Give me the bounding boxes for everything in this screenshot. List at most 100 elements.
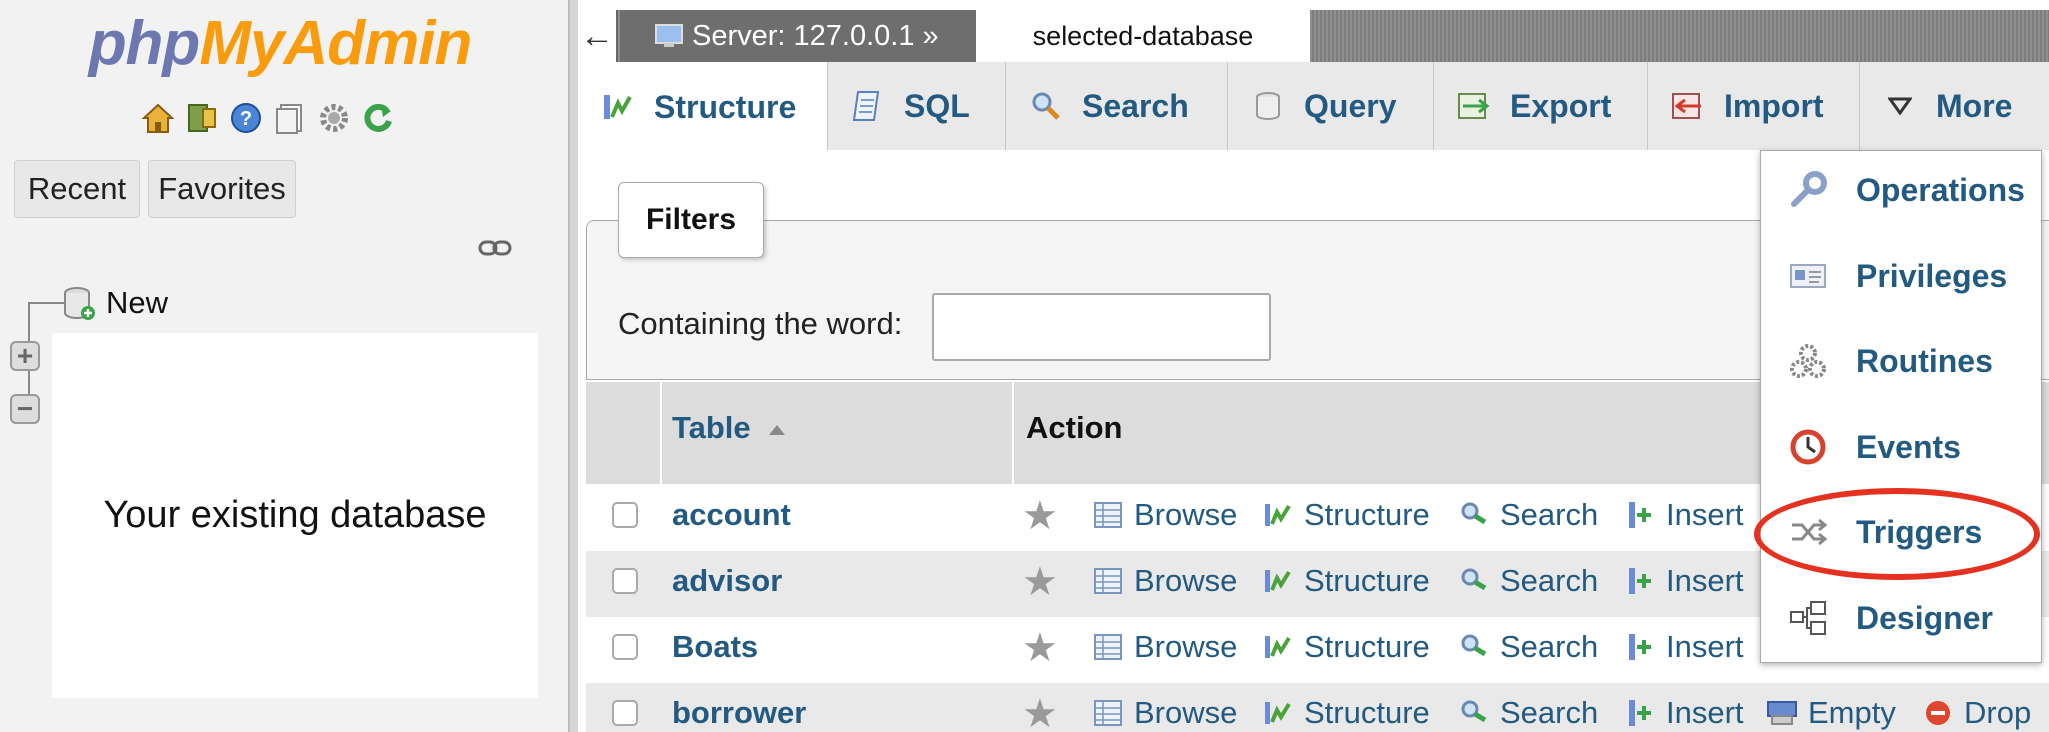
browse-icon bbox=[1092, 697, 1124, 729]
browse-action[interactable]: Browse bbox=[1092, 629, 1237, 665]
tree-new-link[interactable]: New bbox=[106, 285, 168, 321]
search-action[interactable]: Search bbox=[1458, 497, 1598, 533]
favorite-star-icon[interactable]: ★ bbox=[1022, 562, 1058, 602]
filter-label: Containing the word: bbox=[618, 306, 903, 341]
menu-item-routines[interactable]: Routines bbox=[1788, 341, 1993, 381]
search-label: Search bbox=[1500, 695, 1599, 730]
reload-icon[interactable] bbox=[360, 100, 396, 136]
breadcrumb-server[interactable]: Server: 127.0.0.1 » bbox=[620, 10, 976, 62]
header-divider bbox=[660, 382, 662, 484]
menu-item-privileges[interactable]: Privileges bbox=[1788, 256, 2007, 296]
recent-button[interactable]: Recent bbox=[14, 160, 140, 218]
browse-action[interactable]: Browse bbox=[1092, 695, 1237, 731]
server-icon bbox=[655, 24, 683, 47]
browse-label: Browse bbox=[1134, 563, 1238, 598]
row-checkbox[interactable] bbox=[612, 700, 638, 726]
row-checkbox[interactable] bbox=[612, 568, 638, 594]
insert-action[interactable]: Insert bbox=[1624, 563, 1744, 599]
structure-action[interactable]: Structure bbox=[1262, 629, 1430, 665]
tab-sql-label: SQL bbox=[904, 87, 970, 124]
structure-label: Structure bbox=[1304, 629, 1430, 664]
menu-item-designer[interactable]: Designer bbox=[1788, 598, 1993, 638]
tab-more-label: More bbox=[1936, 87, 2013, 124]
insert-icon bbox=[1624, 499, 1656, 531]
expand-icon[interactable]: + bbox=[10, 341, 40, 371]
phpmyadmin-logo[interactable]: phpMyAdmin bbox=[0, 8, 560, 79]
new-database-icon[interactable] bbox=[62, 285, 96, 321]
breadcrumb-database[interactable]: selected-database bbox=[976, 10, 1310, 62]
row-checkbox[interactable] bbox=[612, 502, 638, 528]
search-action[interactable]: Search bbox=[1458, 563, 1598, 599]
favorites-button[interactable]: Favorites bbox=[148, 160, 296, 218]
svg-text:?: ? bbox=[240, 108, 252, 130]
tab-query-label: Query bbox=[1304, 87, 1397, 124]
menu-item-operations-label: Operations bbox=[1856, 171, 2025, 208]
search-label: Search bbox=[1500, 497, 1599, 532]
favorite-star-icon[interactable]: ★ bbox=[1022, 628, 1058, 668]
search-icon bbox=[1458, 499, 1490, 531]
table-column-header[interactable]: Table bbox=[672, 410, 785, 446]
structure-icon bbox=[1262, 631, 1294, 663]
structure-action[interactable]: Structure bbox=[1262, 563, 1430, 599]
more-dropdown-menu bbox=[1760, 150, 2042, 663]
table-name-link[interactable]: borrower bbox=[672, 695, 806, 731]
filters-legend: Filters bbox=[618, 182, 764, 258]
id-card-icon bbox=[1788, 256, 1828, 296]
search-icon bbox=[1458, 631, 1490, 663]
structure-icon bbox=[1262, 565, 1294, 597]
tab-export[interactable]: Export bbox=[1434, 62, 1648, 150]
search-label: Search bbox=[1500, 563, 1599, 598]
table-name-link[interactable]: account bbox=[672, 497, 791, 533]
structure-icon bbox=[1262, 499, 1294, 531]
exit-icon[interactable] bbox=[184, 100, 220, 136]
tab-export-label: Export bbox=[1510, 87, 1612, 124]
menu-item-designer-label: Designer bbox=[1856, 599, 1993, 636]
help-icon[interactable]: ? bbox=[228, 100, 264, 136]
browse-action[interactable]: Browse bbox=[1092, 497, 1237, 533]
menu-item-events-label: Events bbox=[1856, 428, 1961, 465]
docs-icon[interactable] bbox=[272, 100, 308, 136]
collapse-icon[interactable]: − bbox=[10, 394, 40, 424]
panel-resizer[interactable] bbox=[568, 0, 578, 732]
menu-item-events[interactable]: Events bbox=[1788, 427, 1961, 467]
settings-gear-icon[interactable] bbox=[316, 100, 352, 136]
collapse-panel-arrow[interactable]: ← bbox=[578, 10, 618, 62]
link-chain-icon[interactable] bbox=[478, 238, 512, 258]
breadcrumb-server-label: Server: 127.0.0.1 » bbox=[692, 19, 939, 52]
insert-action[interactable]: Insert bbox=[1624, 629, 1744, 665]
search-action[interactable]: Search bbox=[1458, 629, 1598, 665]
insert-label: Insert bbox=[1666, 695, 1744, 730]
insert-label: Insert bbox=[1666, 563, 1744, 598]
drop-action[interactable]: Drop bbox=[1922, 695, 2031, 731]
caret-down-icon bbox=[1882, 88, 1918, 124]
structure-action[interactable]: Structure bbox=[1262, 695, 1430, 731]
tab-structure-label: Structure bbox=[654, 88, 797, 125]
row-checkbox[interactable] bbox=[612, 634, 638, 660]
tab-structure[interactable]: Structure bbox=[578, 62, 828, 152]
table-name-link[interactable]: Boats bbox=[672, 629, 758, 665]
insert-action[interactable]: Insert bbox=[1624, 497, 1744, 533]
sort-ascending-icon bbox=[768, 424, 785, 435]
filter-word-input[interactable] bbox=[932, 293, 1271, 361]
menu-item-privileges-label: Privileges bbox=[1856, 257, 2008, 294]
favorite-star-icon[interactable]: ★ bbox=[1022, 694, 1058, 732]
table-name-link[interactable]: advisor bbox=[672, 563, 782, 599]
home-icon[interactable] bbox=[140, 100, 176, 136]
tab-import-label: Import bbox=[1724, 87, 1824, 124]
favorite-star-icon[interactable]: ★ bbox=[1022, 496, 1058, 536]
browse-action[interactable]: Browse bbox=[1092, 563, 1237, 599]
tab-more[interactable]: More bbox=[1860, 62, 2049, 150]
menu-item-operations[interactable]: Operations bbox=[1788, 170, 2025, 210]
insert-action[interactable]: Insert bbox=[1624, 695, 1744, 731]
search-action[interactable]: Search bbox=[1458, 695, 1598, 731]
table-column-label: Table bbox=[672, 410, 751, 445]
tab-sql[interactable]: SQL bbox=[828, 62, 1006, 150]
tab-query[interactable]: Query bbox=[1228, 62, 1434, 150]
browse-label: Browse bbox=[1134, 695, 1238, 730]
tab-import[interactable]: Import bbox=[1648, 62, 1860, 150]
highlight-annotation bbox=[1754, 488, 2040, 580]
browse-icon bbox=[1092, 499, 1124, 531]
tab-search[interactable]: Search bbox=[1006, 62, 1228, 150]
structure-action[interactable]: Structure bbox=[1262, 497, 1430, 533]
empty-action[interactable]: Empty bbox=[1766, 695, 1896, 731]
